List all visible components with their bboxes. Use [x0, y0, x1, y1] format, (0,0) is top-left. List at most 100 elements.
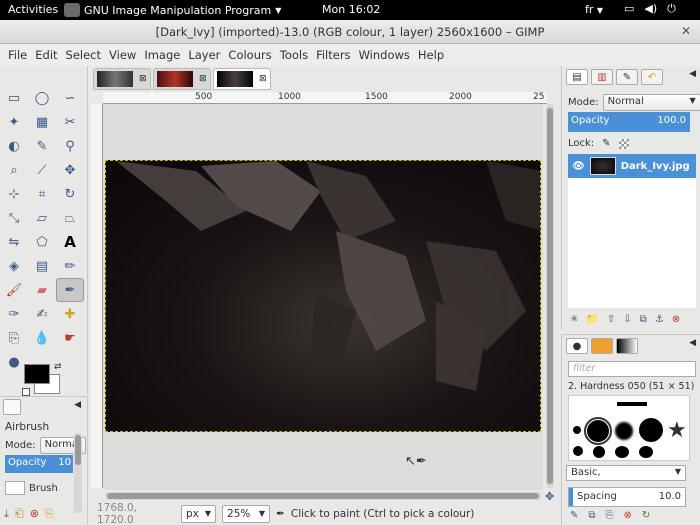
panel-menu-icon[interactable]: ◀: [74, 400, 81, 410]
shear-tool-icon[interactable]: ▱: [28, 206, 56, 230]
brush-tag-select[interactable]: Basic, ▼: [566, 465, 686, 481]
keyboard-layout[interactable]: fr ▼: [585, 3, 603, 16]
clock[interactable]: Mon 16:02: [322, 3, 380, 16]
blend-tool-icon[interactable]: ▤: [28, 254, 56, 278]
airbrush-tool-icon[interactable]: ✒: [56, 278, 84, 302]
tool-options-tab[interactable]: [3, 399, 21, 415]
swap-colors-icon[interactable]: ⇄: [54, 362, 62, 372]
undo-tab-icon[interactable]: ↶: [641, 69, 663, 85]
color-select-tool-icon[interactable]: ▦: [28, 110, 56, 134]
menu-file[interactable]: File: [4, 48, 31, 62]
brush-item[interactable]: [617, 402, 647, 406]
scissors-tool-icon[interactable]: ✂: [56, 110, 84, 134]
color-picker-tool-icon[interactable]: ⚲: [56, 134, 84, 158]
activities-button[interactable]: Activities: [8, 3, 58, 16]
close-icon[interactable]: ⊠: [259, 74, 267, 84]
channels-tab-icon[interactable]: ▥: [591, 69, 613, 85]
image-canvas[interactable]: [105, 160, 541, 432]
new-layer-group-icon[interactable]: 📁: [586, 314, 598, 325]
menu-windows[interactable]: Windows: [355, 48, 414, 62]
layers-tab-icon[interactable]: ▤: [566, 69, 588, 85]
brush-row[interactable]: Brush: [5, 481, 58, 495]
rect-select-tool-icon[interactable]: ▭: [0, 86, 28, 110]
new-brush-icon[interactable]: ⧉: [588, 510, 595, 521]
spacing-slider[interactable]: Spacing 10.0: [568, 487, 686, 507]
edit-brush-icon[interactable]: ✎: [570, 510, 578, 521]
duplicate-brush-icon[interactable]: ⎘: [606, 510, 614, 521]
brush-item-selected[interactable]: [584, 417, 612, 445]
system-menu[interactable]: ▭ ◀) ⏻: [624, 2, 676, 16]
lower-layer-icon[interactable]: ⇩: [623, 314, 631, 325]
patterns-tab-icon[interactable]: [591, 338, 613, 354]
rotate-tool-icon[interactable]: ↻: [56, 182, 84, 206]
horizontal-ruler[interactable]: 500 1000 1500 2000 25: [103, 92, 547, 104]
brush-item[interactable]: [573, 426, 581, 434]
heal-tool-icon[interactable]: ✚: [56, 302, 84, 326]
menu-select[interactable]: Select: [62, 48, 105, 62]
menu-edit[interactable]: Edit: [31, 48, 61, 62]
delete-brush-icon[interactable]: ⊗: [624, 510, 632, 521]
ellipse-select-tool-icon[interactable]: ◯: [28, 86, 56, 110]
measure-tool-icon[interactable]: ⟋: [28, 158, 56, 182]
vertical-ruler[interactable]: [91, 104, 103, 488]
foreground-color[interactable]: [24, 364, 50, 384]
layer-row[interactable]: 👁 Dark_Ivy.jpg: [568, 154, 696, 178]
pencil-tool-icon[interactable]: ✏: [56, 254, 84, 278]
layer-opacity-slider[interactable]: Opacity 100.0: [568, 112, 690, 132]
anchor-layer-icon[interactable]: ⚓: [655, 314, 664, 325]
ink-tool-icon[interactable]: ✑: [0, 302, 28, 326]
close-window-button[interactable]: ✕: [678, 24, 694, 40]
vertical-scrollbar[interactable]: [546, 104, 554, 488]
menu-help[interactable]: Help: [414, 48, 448, 62]
clone-tool-icon[interactable]: ⎘: [0, 326, 28, 350]
restore-options-icon[interactable]: ⎗: [15, 507, 24, 521]
gradients-tab-icon[interactable]: [616, 338, 638, 354]
star-brush-icon[interactable]: ★: [667, 418, 687, 443]
delete-layer-icon[interactable]: ⊗: [672, 314, 680, 325]
brush-item[interactable]: [615, 446, 629, 458]
delete-options-icon[interactable]: ⊗: [30, 507, 39, 521]
panel-menu-icon[interactable]: ◀: [689, 338, 696, 348]
brush-filter-input[interactable]: filter: [568, 361, 696, 377]
foreground-select-tool-icon[interactable]: ◐: [0, 134, 28, 158]
crop-tool-icon[interactable]: ⌗: [28, 182, 56, 206]
brushes-tab-icon[interactable]: ●: [566, 338, 588, 354]
opacity-slider[interactable]: Opacity 10: [5, 455, 73, 473]
brush-item[interactable]: [593, 446, 605, 458]
lock-pixels-icon[interactable]: ✎: [602, 138, 610, 149]
tool-options-scrollbar[interactable]: [74, 433, 82, 513]
perspective-tool-icon[interactable]: ⏢: [56, 206, 84, 230]
flip-tool-icon[interactable]: ⇋: [0, 230, 28, 254]
close-icon[interactable]: ⊠: [199, 74, 207, 84]
paintbrush-tool-icon[interactable]: 🖌: [0, 278, 28, 302]
paths-tool-icon[interactable]: ✎: [28, 134, 56, 158]
reset-options-icon[interactable]: ⎘: [45, 507, 54, 521]
brush-item[interactable]: [615, 422, 633, 440]
free-select-tool-icon[interactable]: ∽: [56, 86, 84, 110]
app-menu[interactable]: GNU Image Manipulation Program ▼: [64, 3, 281, 17]
menu-filters[interactable]: Filters: [312, 48, 354, 62]
brush-item[interactable]: [573, 446, 583, 456]
unit-select[interactable]: px ▼: [181, 504, 217, 523]
image-tab-3[interactable]: ⊠: [213, 68, 271, 90]
brush-grid[interactable]: ★: [568, 395, 690, 461]
brush-preview[interactable]: [5, 481, 25, 495]
reset-colors-icon[interactable]: [22, 388, 30, 396]
text-tool-icon[interactable]: A: [56, 230, 84, 254]
myPaint-brush-tool-icon[interactable]: ✍: [28, 302, 56, 326]
align-tool-icon[interactable]: ⊹: [0, 182, 28, 206]
horizontal-scrollbar[interactable]: [105, 492, 541, 500]
refresh-brushes-icon[interactable]: ↻: [642, 510, 650, 521]
menu-tools[interactable]: Tools: [276, 48, 312, 62]
move-tool-icon[interactable]: ✥: [56, 158, 84, 182]
brush-item[interactable]: [639, 418, 663, 442]
cage-tool-icon[interactable]: ⬠: [28, 230, 56, 254]
scale-tool-icon[interactable]: ⤡: [0, 206, 28, 230]
lock-alpha-icon[interactable]: [618, 138, 629, 149]
layer-mode-select[interactable]: Normal ▼: [602, 94, 700, 111]
fuzzy-select-tool-icon[interactable]: ✦: [0, 110, 28, 134]
close-icon[interactable]: ⊠: [139, 74, 147, 84]
zoom-select[interactable]: 25% ▼: [222, 504, 271, 523]
image-tab-1[interactable]: ⊠: [93, 68, 151, 90]
blur-tool-icon[interactable]: 💧: [28, 326, 56, 350]
